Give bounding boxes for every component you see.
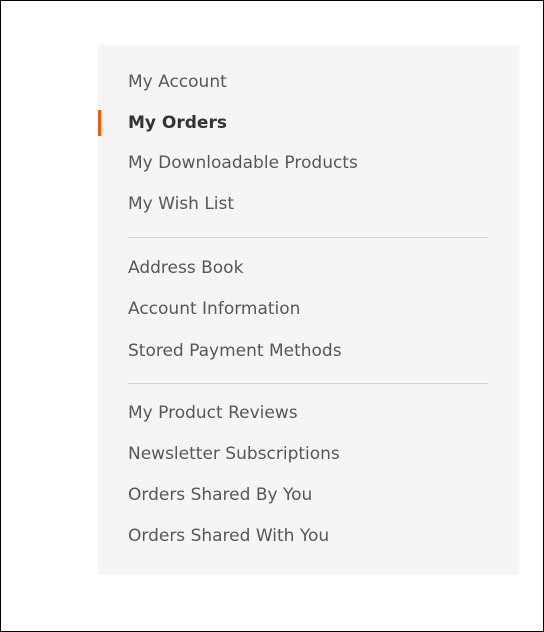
nav-item-label: Orders Shared By You — [128, 485, 313, 505]
current-item-marker — [98, 110, 101, 136]
nav-item-my-downloadable-products[interactable]: My Downloadable Products — [98, 148, 519, 178]
nav-item-orders-shared-by-you[interactable]: Orders Shared By You — [98, 480, 519, 510]
account-sidebar-nav: My Account My Orders My Downloadable Pro… — [98, 45, 519, 575]
nav-item-label: Address Book — [128, 258, 244, 278]
nav-item-address-book[interactable]: Address Book — [98, 253, 519, 283]
nav-divider — [128, 383, 488, 384]
nav-divider — [128, 237, 488, 238]
nav-item-label: My Product Reviews — [128, 403, 298, 423]
page-frame: My Account My Orders My Downloadable Pro… — [0, 0, 544, 632]
nav-item-stored-payment-methods[interactable]: Stored Payment Methods — [98, 336, 519, 366]
nav-item-my-account[interactable]: My Account — [98, 67, 519, 97]
nav-item-label: My Downloadable Products — [128, 153, 358, 173]
nav-item-my-product-reviews[interactable]: My Product Reviews — [98, 398, 519, 428]
nav-item-my-wish-list[interactable]: My Wish List — [98, 189, 519, 219]
nav-item-label: My Account — [128, 72, 227, 92]
nav-item-label: Account Information — [128, 299, 301, 319]
nav-item-newsletter-subscriptions[interactable]: Newsletter Subscriptions — [98, 439, 519, 469]
nav-item-account-information[interactable]: Account Information — [98, 294, 519, 324]
nav-item-label: My Wish List — [128, 194, 235, 214]
nav-item-label: Newsletter Subscriptions — [128, 444, 340, 464]
nav-item-label: Stored Payment Methods — [128, 341, 342, 361]
nav-item-label: My Orders — [128, 113, 227, 133]
nav-item-my-orders[interactable]: My Orders — [98, 108, 519, 138]
nav-item-label: Orders Shared With You — [128, 526, 330, 546]
nav-item-orders-shared-with-you[interactable]: Orders Shared With You — [98, 521, 519, 551]
